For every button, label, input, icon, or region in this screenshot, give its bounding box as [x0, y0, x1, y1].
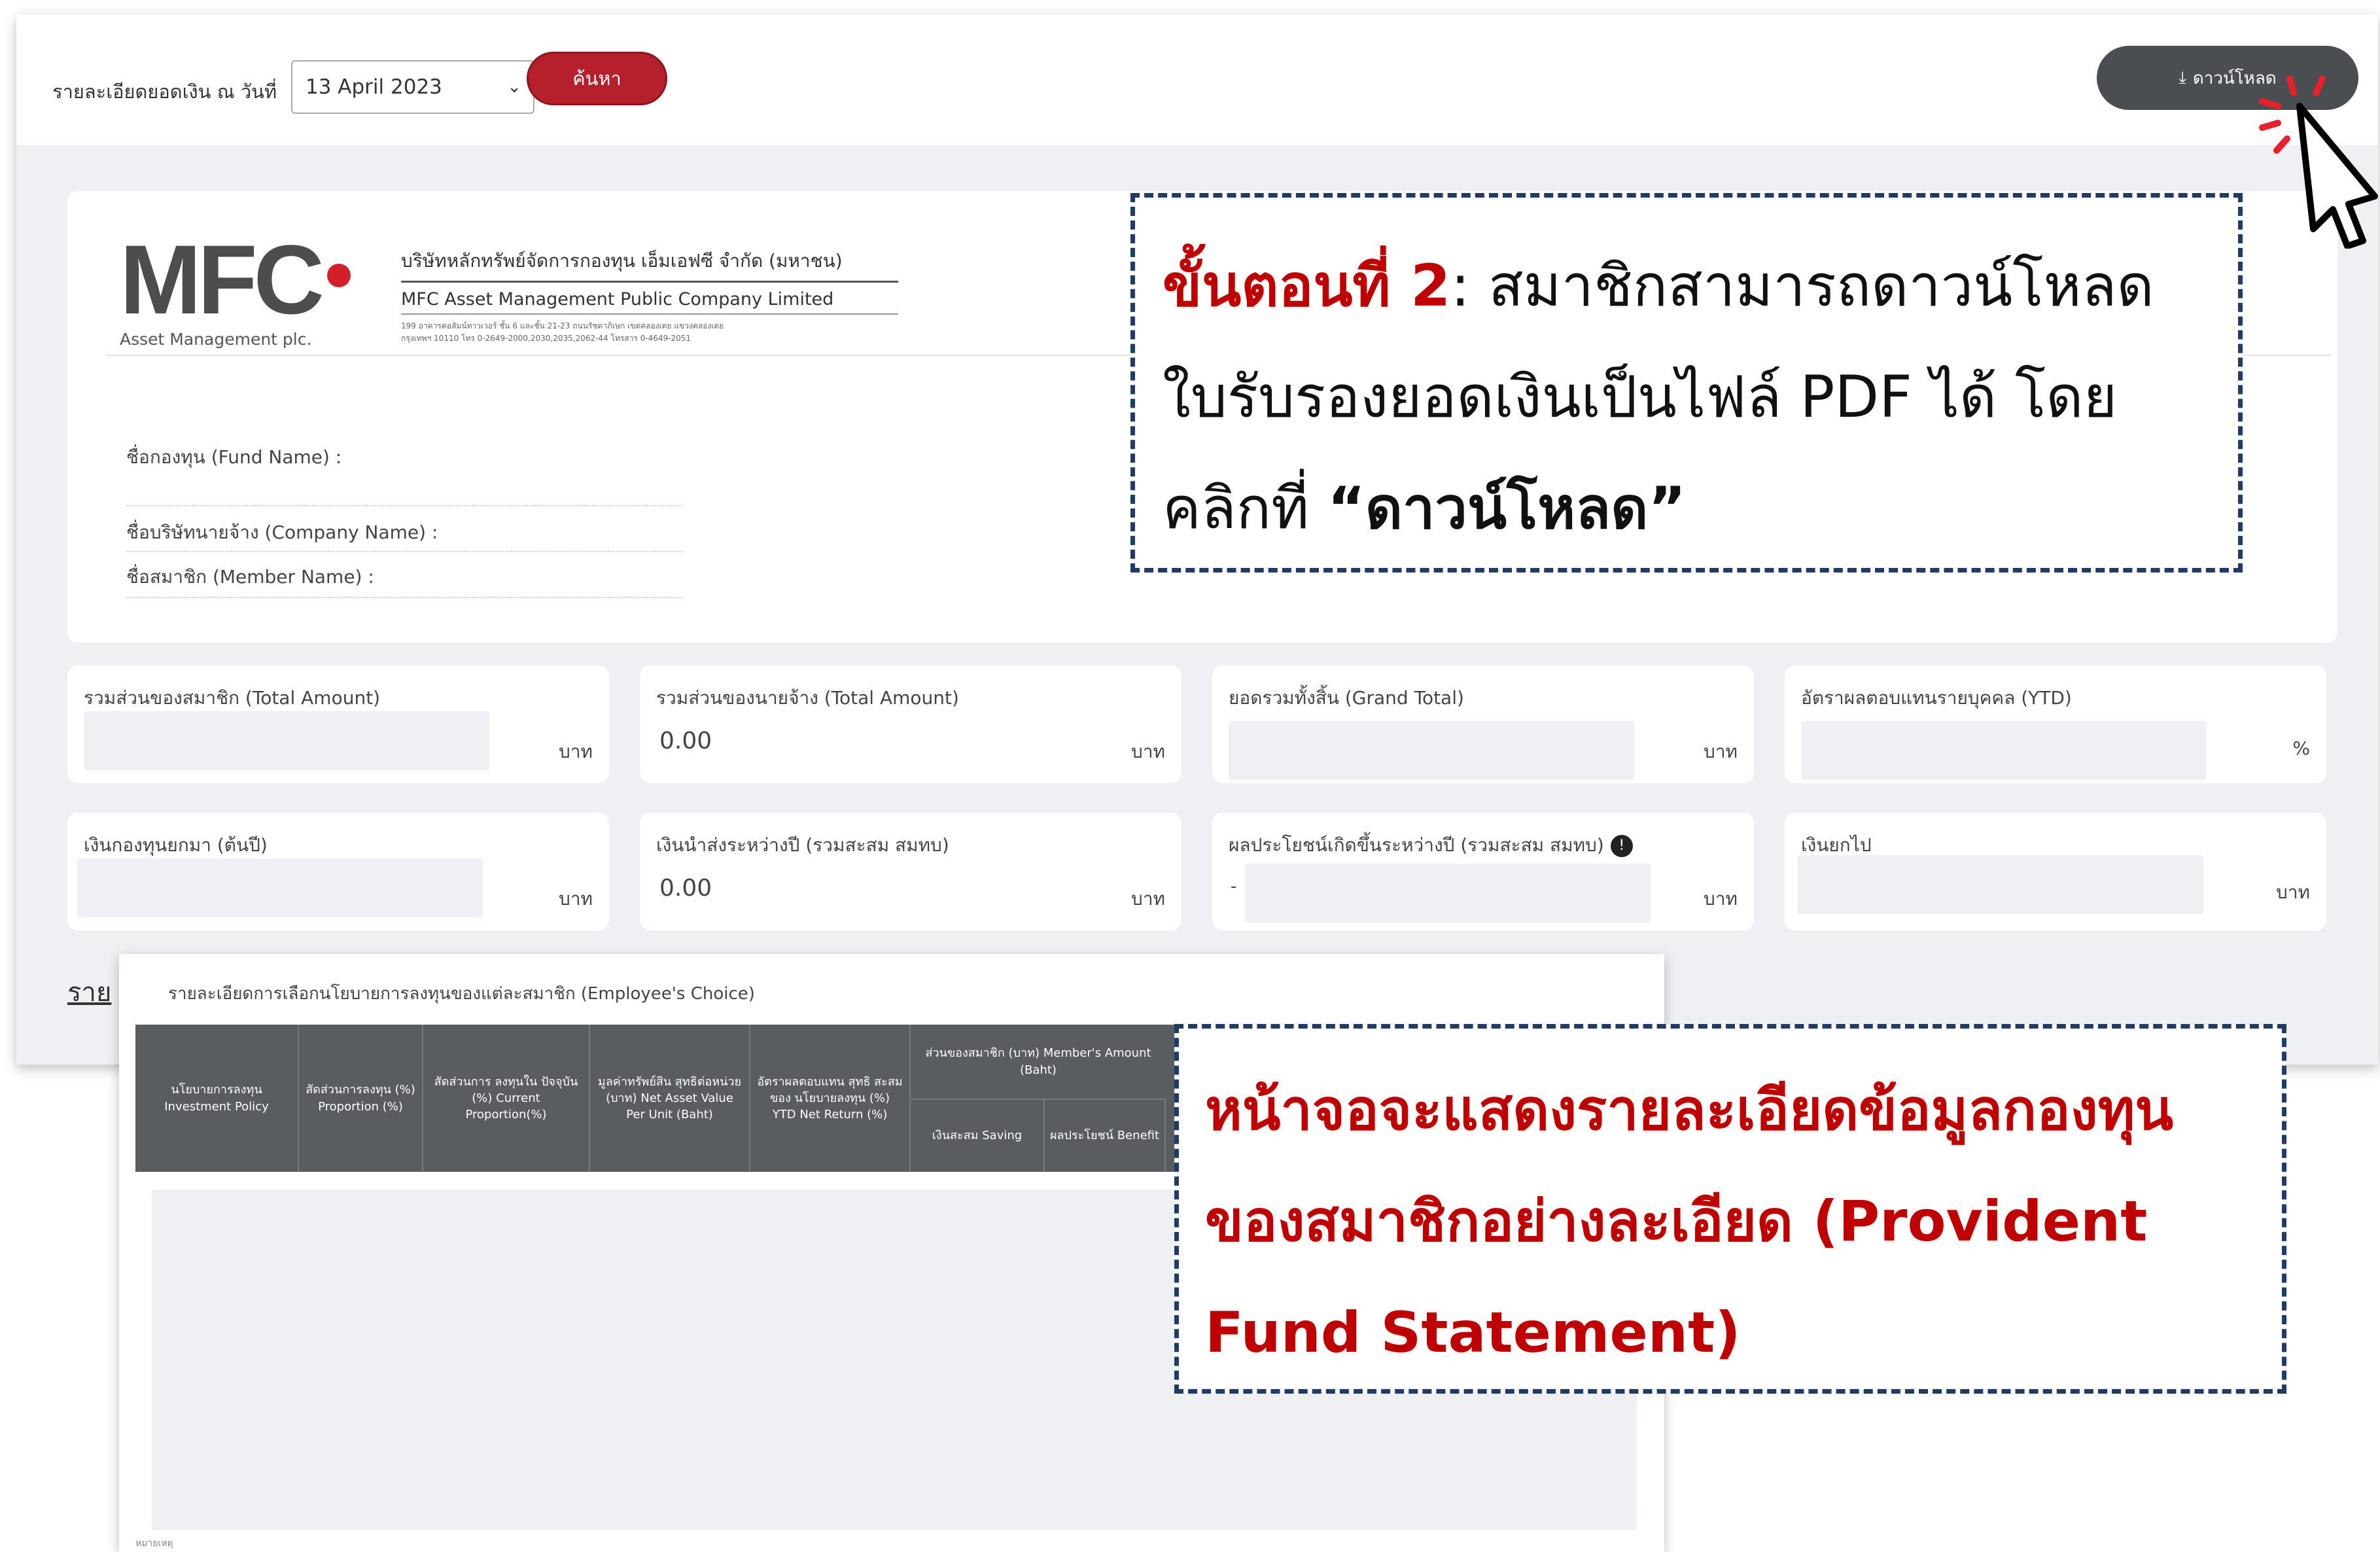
- column-header: สัดส่วนการ ลงทุนใน ปัจจุบัน (%) Current …: [423, 1025, 590, 1172]
- column-header: อัตราผลตอบแทน สุทธิ สะสมของ นโยบายลงทุน …: [750, 1025, 911, 1172]
- contribution-card: เงินนำส่งระหว่างปี (รวมสะสม สมทบ) 0.00 บ…: [640, 813, 1181, 930]
- chevron-down-icon: ⌄: [507, 77, 521, 97]
- mfc-logo: MFC Asset Management plc.: [120, 230, 351, 349]
- company-name-label: ชื่อบริษัทนายจ้าง (Company Name) :: [126, 521, 438, 543]
- column-header: สัดส่วนการลงทุน (%) Proportion (%): [299, 1025, 423, 1172]
- grand-total-unit: บาท: [1704, 741, 1738, 762]
- company-name-en: MFC Asset Management Public Company Limi…: [401, 289, 898, 315]
- employer-total-unit: บาท: [1131, 741, 1165, 762]
- carried-forward-card: เงินยกไป บาท: [1785, 813, 2326, 930]
- mouse-cursor-icon: [2259, 75, 2378, 249]
- carried-forward-unit: บาท: [2276, 881, 2310, 903]
- date-select[interactable]: 13 April 2023 ⌄: [291, 60, 534, 114]
- grand-total-card: ยอดรวมทั้งสิ้น (Grand Total) บาท: [1212, 665, 1754, 783]
- field-divider: [126, 551, 682, 552]
- ytd-unit: %: [2292, 737, 2310, 759]
- member-total-value: [84, 711, 489, 770]
- info-callout-line-1: หน้าจอจะแสดงรายละเอียดข้อมูลกองทุน: [1205, 1078, 2174, 1143]
- ytd-value: [1801, 721, 2207, 780]
- toolbar: รายละเอียดยอดเงิน ณ วันที่ 13 April 2023…: [16, 14, 2378, 145]
- info-icon[interactable]: !: [1610, 835, 1633, 857]
- group-header: ส่วนของสมาชิก (บาท) Member's Amount (Bah…: [925, 1046, 1151, 1077]
- logo-text: MFC: [120, 224, 324, 334]
- contribution-unit: บาท: [1131, 888, 1165, 909]
- step-line-1: : สมาชิกสามารถดาวน์โหลด: [1450, 252, 2154, 319]
- brought-forward-card: เงินกองทุนยกมา (ต้นปี) บาท: [67, 813, 609, 930]
- member-total-unit: บาท: [559, 741, 593, 762]
- brought-forward-value: [77, 858, 483, 917]
- column-header: นโยบายการลงทุน Investment Policy: [135, 1025, 299, 1172]
- info-callout: หน้าจอจะแสดงรายละเอียดข้อมูลกองทุน ของสม…: [1174, 1024, 2286, 1394]
- brought-forward-label: เงินกองทุนยกมา (ต้นปี): [84, 834, 268, 856]
- company-info: บริษัทหลักทรัพย์จัดการกองทุน เอ็มเอฟซี จ…: [401, 247, 898, 345]
- column-header: มูลค่าทรัพย์สิน สุทธิต่อหน่วย (บาท) Net …: [590, 1025, 750, 1172]
- address-line-1: 199 อาคารคอลัมน์ทาวเวอร์ ชั้น 6 และชั้น …: [401, 321, 724, 330]
- member-total-label: รวมส่วนของสมาชิก (Total Amount): [84, 687, 381, 709]
- step-prefix: ขั้นตอนที่ 2: [1163, 252, 1451, 319]
- contribution-value: 0.00: [659, 875, 712, 902]
- fund-name-label: ชื่อกองทุน (Fund Name) :: [126, 446, 342, 468]
- member-total-card: รวมส่วนของสมาชิก (Total Amount) บาท: [67, 665, 609, 783]
- field-divider: [126, 505, 682, 506]
- table-footnote: หมายเหตุ: [135, 1538, 173, 1549]
- info-callout-line-3: Fund Statement): [1205, 1300, 1741, 1366]
- date-label: รายละเอียดยอดเงิน ณ วันที่: [52, 80, 277, 103]
- stage: { "toolbar": { "date_label": "รายละเอียด…: [0, 0, 2380, 1552]
- benefit-unit: บาท: [1704, 888, 1738, 909]
- step-callout-line-1: ขั้นตอนที่ 2: สมาชิกสามารถดาวน์โหลด: [1163, 230, 2212, 342]
- logo-dot: [326, 264, 351, 287]
- member-name-label: ชื่อสมาชิก (Member Name) :: [126, 566, 374, 588]
- benefit-value-box: [1245, 864, 1651, 923]
- employer-total-card: รวมส่วนของนายจ้าง (Total Amount) 0.00 บา…: [640, 665, 1181, 783]
- employer-total-label: รวมส่วนของนายจ้าง (Total Amount): [656, 687, 959, 709]
- download-icon: ⤓: [2179, 67, 2186, 88]
- step-line-3-pre: คลิกที่: [1163, 474, 1328, 542]
- step-callout: ขั้นตอนที่ 2: สมาชิกสามารถดาวน์โหลด ใบรั…: [1130, 193, 2243, 573]
- carried-forward-value: [1798, 855, 2203, 914]
- section-heading: ราย: [67, 978, 112, 1008]
- grand-total-label: ยอดรวมทั้งสิ้น (Grand Total): [1229, 687, 1464, 709]
- address-line-2: กรุงเทพฯ 10110 โทร 0-2649-2000,2030,2035…: [401, 334, 691, 344]
- date-value: 13 April 2023: [306, 75, 442, 99]
- ytd-card: อัตราผลตอบแทนรายบุคคล (YTD) %: [1785, 665, 2326, 783]
- step-callout-line-2: ใบรับรองยอดเงินเป็นไฟล์ PDF ได้ โดย: [1163, 363, 2118, 431]
- brought-forward-unit: บาท: [559, 888, 593, 909]
- ytd-label: อัตราผลตอบแทนรายบุคคล (YTD): [1801, 687, 2072, 709]
- benefit-value: -: [1231, 877, 1237, 896]
- company-address: 199 อาคารคอลัมน์ทาวเวอร์ ชั้น 6 และชั้น …: [401, 320, 898, 345]
- step-callout-line-3: คลิกที่ “ดาวน์โหลด”: [1163, 453, 2212, 564]
- field-divider: [126, 597, 682, 598]
- sub-column-header: ผลประโยชน์ Benefit: [1045, 1099, 1166, 1172]
- benefit-label: ผลประโยชน์เกิดขึ้นระหว่างปี (รวมสะสม สมท…: [1229, 831, 1633, 860]
- company-name-th: บริษัทหลักทรัพย์จัดการกองทุน เอ็มเอฟซี จ…: [401, 247, 898, 283]
- contribution-label: เงินนำส่งระหว่างปี (รวมสะสม สมทบ): [656, 834, 949, 856]
- grand-total-value: [1229, 721, 1634, 780]
- benefit-card: ผลประโยชน์เกิดขึ้นระหว่างปี (รวมสะสม สมท…: [1212, 813, 1754, 930]
- benefit-label-text: ผลประโยชน์เกิดขึ้นระหว่างปี (รวมสะสม สมท…: [1229, 834, 1604, 856]
- info-callout-line-2: ของสมาชิกอย่างละเอียด (Provident: [1205, 1189, 2148, 1254]
- step-line-3-bold: “ดาวน์โหลด”: [1327, 474, 1687, 542]
- employee-choice-title: รายละเอียดการเลือกนโยบายการลงทุนของแต่ละ…: [168, 984, 755, 1004]
- sub-column-header: เงินสะสม Saving: [911, 1099, 1045, 1172]
- search-button-label: ค้นหา: [572, 67, 621, 90]
- employer-total-value: 0.00: [659, 728, 712, 754]
- search-button[interactable]: ค้นหา: [527, 52, 667, 105]
